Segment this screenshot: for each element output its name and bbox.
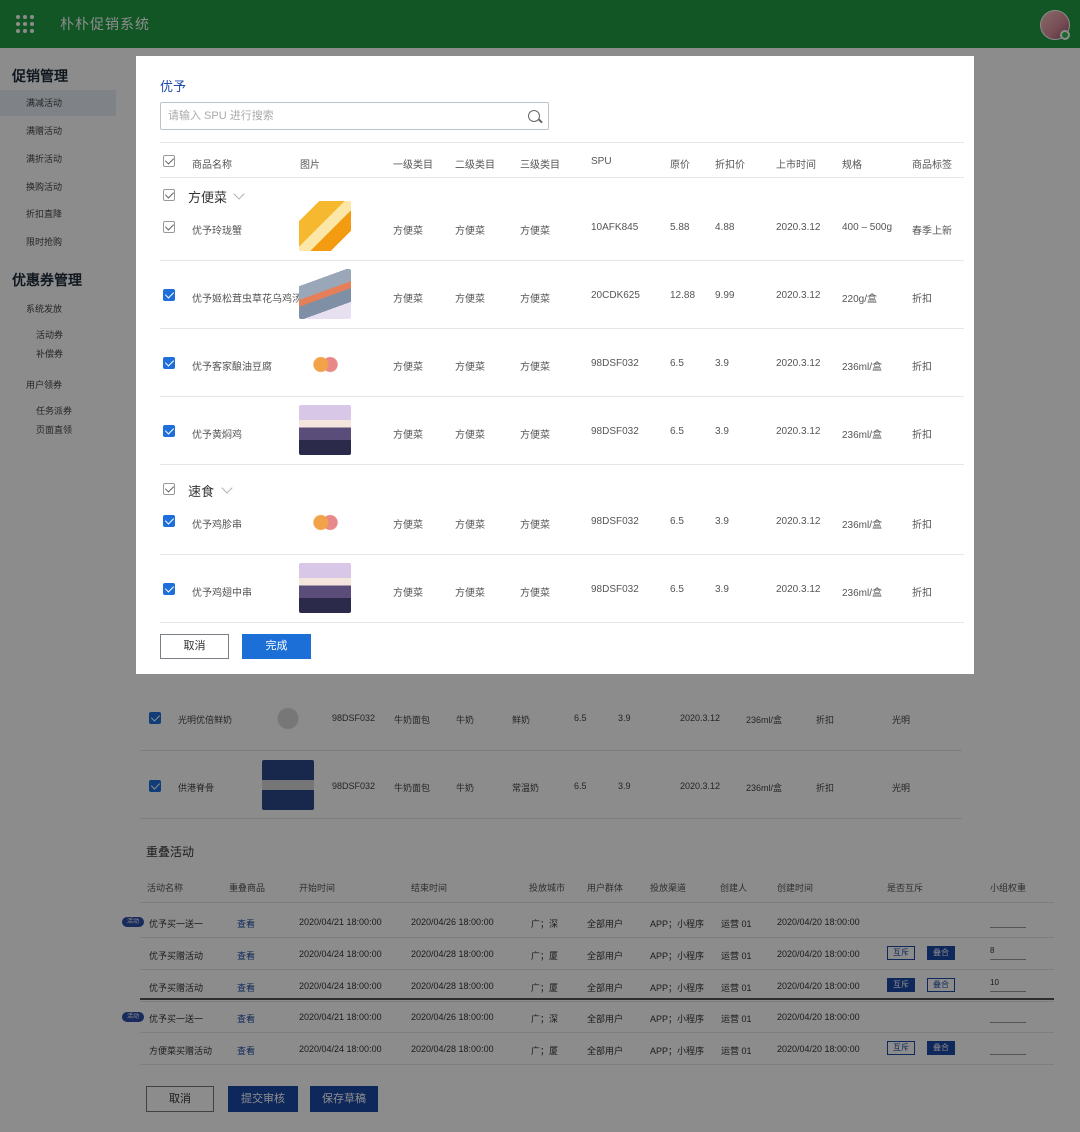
category-1: 方便菜 xyxy=(393,520,423,531)
search-box xyxy=(160,102,549,130)
original-price: 5.88 xyxy=(670,222,690,233)
product-tag: 折扣 xyxy=(912,520,932,531)
done-button[interactable]: 完成 xyxy=(242,634,311,659)
product-image xyxy=(299,495,351,545)
spu: 98DSF032 xyxy=(591,516,639,527)
discount-price: 4.88 xyxy=(715,222,735,233)
col-category-2: 二级类目 xyxy=(455,160,495,171)
product-row: 优予鸡胗串 方便菜 方便菜 方便菜 98DSF032 6.5 3.9 2020.… xyxy=(160,487,964,555)
product-row: 优予黄焖鸡 方便菜 方便菜 方便菜 98DSF032 6.5 3.9 2020.… xyxy=(160,397,964,465)
category-2: 方便菜 xyxy=(455,226,485,237)
spec: 236ml/盒 xyxy=(842,430,883,441)
category-2: 方便菜 xyxy=(455,520,485,531)
col-product-name: 商品名称 xyxy=(192,160,232,171)
launch-date: 2020.3.12 xyxy=(776,516,821,527)
discount-price: 3.9 xyxy=(715,358,729,369)
category-2: 方便菜 xyxy=(455,294,485,305)
product-name: 优予姬松茸虫草花乌鸡汤 xyxy=(192,294,302,305)
product-select-modal: 优予 商品名称 图片 一级类目 二级类目 三级类目 SPU 原价 折扣价 上市时… xyxy=(136,56,974,674)
launch-date: 2020.3.12 xyxy=(776,358,821,369)
launch-date: 2020.3.12 xyxy=(776,290,821,301)
row-checkbox[interactable] xyxy=(163,221,175,233)
col-category-3: 三级类目 xyxy=(520,160,560,171)
product-row: 优予鸡翅中串 方便菜 方便菜 方便菜 98DSF032 6.5 3.9 2020… xyxy=(160,555,964,623)
launch-date: 2020.3.12 xyxy=(776,222,821,233)
category-1: 方便菜 xyxy=(393,430,423,441)
product-name: 优予客家酿油豆腐 xyxy=(192,362,272,373)
col-spu: SPU xyxy=(591,156,612,167)
spu: 20CDK625 xyxy=(591,290,640,301)
category-3: 方便菜 xyxy=(520,520,550,531)
discount-price: 3.9 xyxy=(715,584,729,595)
col-discount-price: 折扣价 xyxy=(715,160,745,171)
category-1: 方便菜 xyxy=(393,362,423,373)
row-checkbox[interactable] xyxy=(163,515,175,527)
original-price: 6.5 xyxy=(670,358,684,369)
category-2: 方便菜 xyxy=(455,362,485,373)
category-3: 方便菜 xyxy=(520,362,550,373)
row-checkbox[interactable] xyxy=(163,583,175,595)
product-table-header: 商品名称 图片 一级类目 二级类目 三级类目 SPU 原价 折扣价 上市时间 规… xyxy=(160,142,964,178)
category-3: 方便菜 xyxy=(520,226,550,237)
spec: 236ml/盒 xyxy=(842,362,883,373)
category-1: 方便菜 xyxy=(393,294,423,305)
original-price: 6.5 xyxy=(670,584,684,595)
row-checkbox[interactable] xyxy=(163,357,175,369)
category-3: 方便菜 xyxy=(520,294,550,305)
select-all-checkbox[interactable] xyxy=(163,155,175,167)
col-launch-date: 上市时间 xyxy=(776,160,816,171)
original-price: 6.5 xyxy=(670,426,684,437)
spu: 98DSF032 xyxy=(591,584,639,595)
col-category-1: 一级类目 xyxy=(393,160,433,171)
spu: 98DSF032 xyxy=(591,358,639,369)
product-image xyxy=(299,269,351,319)
product-tag: 春季上新 xyxy=(912,226,952,237)
product-image xyxy=(299,405,351,455)
cancel-button[interactable]: 取消 xyxy=(160,634,229,659)
product-tag: 折扣 xyxy=(912,362,932,373)
category-3: 方便菜 xyxy=(520,588,550,599)
discount-price: 3.9 xyxy=(715,426,729,437)
launch-date: 2020.3.12 xyxy=(776,584,821,595)
category-1: 方便菜 xyxy=(393,226,423,237)
product-row: 优予姬松茸虫草花乌鸡汤 方便菜 方便菜 方便菜 20CDK625 12.88 9… xyxy=(160,261,964,329)
discount-price: 3.9 xyxy=(715,516,729,527)
product-tag: 折扣 xyxy=(912,294,932,305)
search-input[interactable] xyxy=(168,103,508,129)
original-price: 12.88 xyxy=(670,290,696,301)
discount-price: 9.99 xyxy=(715,290,735,301)
category-3: 方便菜 xyxy=(520,430,550,441)
category-2: 方便菜 xyxy=(455,588,485,599)
product-name: 优予鸡翅中串 xyxy=(192,588,252,599)
product-name: 优予黄焖鸡 xyxy=(192,430,242,441)
product-image xyxy=(299,337,351,387)
product-image xyxy=(299,201,351,251)
spec: 236ml/盒 xyxy=(842,588,883,599)
row-checkbox[interactable] xyxy=(163,425,175,437)
category-2: 方便菜 xyxy=(455,430,485,441)
product-row: 优予客家酿油豆腐 方便菜 方便菜 方便菜 98DSF032 6.5 3.9 20… xyxy=(160,329,964,397)
row-checkbox[interactable] xyxy=(163,289,175,301)
col-product-tag: 商品标签 xyxy=(912,160,952,171)
product-tag: 折扣 xyxy=(912,588,932,599)
product-image xyxy=(299,563,351,613)
original-price: 6.5 xyxy=(670,516,684,527)
spu: 98DSF032 xyxy=(591,426,639,437)
modal-title: 优予 xyxy=(160,79,187,94)
col-image: 图片 xyxy=(300,160,320,171)
product-tag: 折扣 xyxy=(912,430,932,441)
spu: 10AFK845 xyxy=(591,222,639,233)
spec: 220g/盒 xyxy=(842,294,878,305)
search-icon[interactable] xyxy=(528,110,540,122)
launch-date: 2020.3.12 xyxy=(776,426,821,437)
product-row: 优予玲珑蟹 方便菜 方便菜 方便菜 10AFK845 5.88 4.88 202… xyxy=(160,193,964,261)
product-name: 优予玲珑蟹 xyxy=(192,226,242,237)
col-spec: 规格 xyxy=(842,160,862,171)
spec: 236ml/盒 xyxy=(842,520,883,531)
col-original-price: 原价 xyxy=(670,160,690,171)
product-name: 优予鸡胗串 xyxy=(192,520,242,531)
category-1: 方便菜 xyxy=(393,588,423,599)
spec: 400 – 500g xyxy=(842,222,893,233)
